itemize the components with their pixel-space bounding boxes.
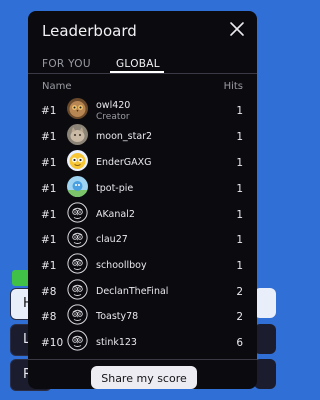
active-tab-indicator [110,71,164,73]
footer-divider [28,359,257,360]
rank: #1 [41,209,57,221]
leaderboard-row[interactable]: #1 tpot-pie 1 [28,176,257,202]
background-right-panel-1 [254,288,276,318]
default-owl-avatar-icon [67,330,88,351]
tab-bar: FOR YOU GLOBAL [28,47,257,74]
leaderboard-row[interactable]: #1 owl420 Creator 1 [28,98,257,124]
creator-label: Creator [96,112,130,122]
username: owl420 [96,100,131,111]
leaderboard-row[interactable]: #1 AKanal2 1 [28,202,257,228]
hits-count: 1 [236,105,243,117]
owl-photo-avatar [67,98,88,119]
rank: #8 [41,311,57,323]
rank: #1 [41,157,57,169]
rank: #1 [41,183,57,195]
default-owl-avatar-icon [67,202,88,223]
rank: #10 [41,337,64,349]
leaderboard-modal: Leaderboard FOR YOU GLOBAL Name Hits #1 … [28,11,257,389]
hits-count: 1 [236,157,243,169]
username: Toasty78 [96,311,139,322]
default-owl-avatar-icon [67,279,88,300]
rank: #8 [41,286,57,298]
hits-count: 6 [236,337,243,349]
rank: #1 [41,260,57,272]
username: stink123 [96,337,137,348]
column-header-name: Name [42,81,72,92]
rank: #1 [41,131,57,143]
leaderboard-row[interactable]: #1 moon_star2 1 [28,124,257,150]
leaderboard-row[interactable]: #8 DeclanTheFinal 2 [28,279,257,305]
rank: #1 [41,234,57,246]
hits-count: 2 [236,286,243,298]
default-owl-avatar-icon [67,304,88,325]
hits-count: 1 [236,131,243,143]
username: tpot-pie [96,183,134,194]
default-owl-avatar-icon [67,253,88,274]
emoji-face-avatar [67,150,88,171]
hits-count: 1 [236,234,243,246]
leaderboard-row[interactable]: #1 EnderGAXG 1 [28,150,257,176]
column-header-hits: Hits [223,81,243,92]
tab-global[interactable]: GLOBAL [116,58,160,70]
username: AKanal2 [96,209,135,220]
hits-count: 1 [236,260,243,272]
username: clau27 [96,234,128,245]
leaderboard-row[interactable]: #1 schoollboy 1 [28,253,257,279]
share-score-button[interactable]: Share my score [91,366,197,389]
background-right-panel-3 [254,359,276,389]
modal-title: Leaderboard [42,22,137,40]
hits-count: 2 [236,311,243,323]
hits-count: 1 [236,209,243,221]
default-owl-avatar-icon [67,227,88,248]
leaderboard-row[interactable]: #10 stink123 6 [28,330,257,356]
blue-character-avatar [67,176,88,197]
tab-for-you[interactable]: FOR YOU [42,58,91,70]
username: EnderGAXG [96,157,152,168]
hits-count: 1 [236,183,243,195]
leaderboard-row[interactable]: #1 clau27 1 [28,227,257,253]
username: moon_star2 [96,131,153,142]
close-icon[interactable] [227,19,247,39]
username: schoollboy [96,260,147,271]
rank: #1 [41,105,57,117]
leaderboard-row[interactable]: #8 Toasty78 2 [28,304,257,330]
cat-photo-avatar [67,124,88,145]
background-right-panel-2 [254,324,276,354]
username: DeclanTheFinal [96,286,169,297]
